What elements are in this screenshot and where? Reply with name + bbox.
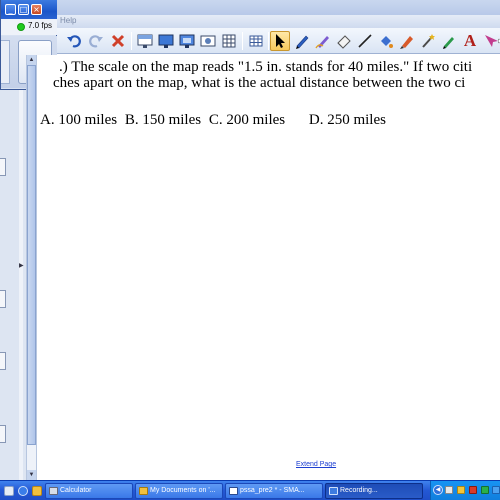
toolbar-separator	[131, 32, 132, 50]
side-tab-attachments[interactable]	[0, 352, 6, 370]
page-scrollbar[interactable]: ▲ ▼	[26, 55, 37, 480]
taskbar-button-my-documents[interactable]: My Documents on '...	[135, 483, 223, 499]
notebook-icon	[229, 487, 238, 495]
taskbar-label: Calculator	[60, 487, 92, 494]
screen-shade-icon[interactable]	[135, 31, 155, 51]
display-icon[interactable]	[156, 31, 176, 51]
fill-icon[interactable]	[376, 31, 396, 51]
toolbar-separator	[268, 32, 269, 50]
collapse-arrow-icon[interactable]: ▶	[19, 262, 24, 269]
security-icon[interactable]	[469, 486, 477, 494]
network-icon[interactable]	[445, 486, 453, 494]
eraser-icon[interactable]	[334, 31, 354, 51]
close-button[interactable]: ×	[31, 4, 42, 15]
scrollbar-thumb[interactable]	[27, 65, 36, 445]
display-settings-icon[interactable]	[492, 486, 500, 494]
camera-icon[interactable]	[198, 31, 218, 51]
question-line-1: .) The scale on the map reads "1.5 in. s…	[59, 59, 473, 75]
highlighter-icon[interactable]	[397, 31, 417, 51]
recording-icon	[329, 487, 338, 495]
side-tab-properties[interactable]	[0, 425, 6, 443]
choice-a: A. 100 miles	[40, 112, 118, 128]
close-icon: ×	[33, 5, 40, 14]
browser-icon[interactable]	[18, 486, 28, 496]
restore-icon: □	[19, 5, 28, 14]
update-icon[interactable]	[481, 486, 489, 494]
choice-b: B. 150 miles	[124, 112, 202, 128]
redo-icon[interactable]	[86, 31, 106, 51]
minimize-button[interactable]: _	[5, 4, 16, 15]
select-arrow-icon[interactable]	[270, 31, 290, 51]
magic-pen-icon[interactable]	[418, 31, 438, 51]
scroll-down-icon[interactable]: ▼	[27, 470, 36, 480]
calculator-icon	[49, 487, 58, 495]
side-panel-edge[interactable]	[19, 90, 23, 480]
side-tab-gallery[interactable]	[0, 290, 6, 308]
question-line-2: ches apart on the map, what is the actua…	[53, 75, 466, 91]
toolbar: A	[56, 28, 500, 54]
answer-choices: A. 100 miles B. 150 miles C. 200 miles D…	[40, 112, 390, 129]
creative-pen-icon[interactable]	[313, 31, 333, 51]
toolbar-separator	[242, 32, 243, 50]
folder-quicklaunch-icon[interactable]	[32, 486, 42, 496]
capture-icon[interactable]	[177, 31, 197, 51]
taskbar: Calculator My Documents on '... pssa_pre…	[0, 480, 500, 500]
delete-icon[interactable]	[108, 31, 128, 51]
taskbar-label: Recording...	[340, 487, 378, 494]
scroll-up-icon[interactable]: ▲	[27, 55, 36, 65]
show-hidden-icons-icon[interactable]: ◀	[433, 485, 443, 495]
folder-icon	[139, 487, 148, 495]
recorder-side-panel	[1, 40, 10, 84]
text-tool-glyph: A	[463, 31, 477, 50]
undo-icon[interactable]	[64, 31, 84, 51]
pen-icon[interactable]	[292, 31, 312, 51]
fps-readout: 7.0 fps	[28, 21, 53, 30]
show-desktop-icon[interactable]	[4, 486, 14, 496]
taskbar-button-recording[interactable]: Recording...	[325, 483, 423, 499]
restore-button[interactable]: □	[18, 4, 29, 15]
text-icon[interactable]: A	[460, 31, 480, 51]
table-icon[interactable]	[246, 31, 266, 51]
menu-help[interactable]: Help	[60, 16, 76, 25]
side-tab-page-sorter[interactable]	[0, 158, 6, 176]
taskbar-label: pssa_pre2 * - SMA...	[240, 487, 305, 494]
shape-recognition-icon[interactable]	[439, 31, 459, 51]
choice-c: C. 200 miles	[208, 112, 286, 128]
menu-bar: Help	[0, 15, 500, 29]
volume-icon[interactable]	[457, 486, 465, 494]
taskbar-button-calculator[interactable]: Calculator	[45, 483, 133, 499]
whiteboard-page[interactable]: .) The scale on the map reads "1.5 in. s…	[37, 55, 500, 480]
recorder-title-bar[interactable]: _ □ ×	[1, 0, 57, 19]
recording-indicator-icon	[17, 23, 25, 31]
minimize-icon: _	[8, 5, 13, 14]
table-insert-icon[interactable]	[219, 31, 239, 51]
choice-d: D. 250 miles	[308, 112, 386, 128]
taskbar-button-notebook[interactable]: pssa_pre2 * - SMA...	[225, 483, 323, 499]
taskbar-label: My Documents on '...	[150, 487, 216, 494]
line-icon[interactable]	[355, 31, 375, 51]
extend-page-link[interactable]: Extend Page	[296, 461, 336, 468]
